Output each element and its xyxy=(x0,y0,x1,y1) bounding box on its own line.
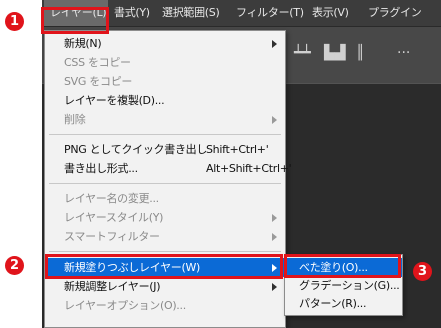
menu-item-copy-svg: SVG をコピー xyxy=(64,75,133,88)
menu-item-quick-export-png[interactable]: PNG としてクイック書き出し Shift+Ctrl+' xyxy=(45,140,285,159)
menu-separator xyxy=(49,134,281,135)
menu-item-export-as[interactable]: 書き出し形式... Alt+Shift+Ctrl+' xyxy=(45,159,292,178)
submenu-arrow-icon xyxy=(272,214,277,222)
submenu-arrow-icon xyxy=(272,233,277,241)
menu-item-layer-style: レイヤースタイル(Y) xyxy=(45,208,285,227)
menu-view[interactable]: 表示(V) xyxy=(312,0,349,26)
menu-select[interactable]: 選択範囲(S) xyxy=(162,0,220,26)
menu-separator xyxy=(49,251,281,252)
align-vertical-icon[interactable]: ║ xyxy=(356,45,364,61)
shortcut-label: Alt+Shift+Ctrl+' xyxy=(206,162,292,175)
menu-item-rename-layer: レイヤー名の変更... xyxy=(64,192,159,205)
submenu-item-gradient[interactable]: グラデーション(G)... xyxy=(285,276,402,295)
layer-menu-dropdown: 新規(N) CSS をコピー SVG をコピー レイヤーを複製(D)... 削除… xyxy=(44,30,292,328)
more-icon[interactable]: ··· xyxy=(397,45,410,61)
menu-item-copy-css: CSS をコピー xyxy=(64,56,131,69)
menu-item-new-adjustment-layer[interactable]: 新規調整レイヤー(J) xyxy=(45,277,285,296)
callout-box-solid-color xyxy=(284,254,401,278)
align-distribute-icon[interactable]: ┷┷ xyxy=(294,45,311,61)
callout-badge-1: 1 xyxy=(5,12,24,31)
submenu-arrow-icon xyxy=(272,116,277,124)
menu-plugins[interactable]: プラグイン xyxy=(368,0,422,26)
submenu-arrow-icon xyxy=(272,283,277,291)
menu-item-new[interactable]: 新規(N) xyxy=(45,34,285,53)
align-bottom-icon[interactable]: ▙▟ xyxy=(324,45,346,61)
submenu-arrow-icon xyxy=(272,40,277,48)
callout-box-layer-menu xyxy=(41,7,109,34)
menu-item-duplicate-layer[interactable]: レイヤーを複製(D)... xyxy=(45,91,285,110)
callout-box-fill-layer xyxy=(45,254,283,279)
menu-item-layer-options: レイヤーオプション(O)... xyxy=(64,299,186,312)
menu-separator xyxy=(49,183,281,184)
menu-type[interactable]: 書式(Y) xyxy=(114,0,150,26)
callout-badge-2: 2 xyxy=(5,256,24,275)
menu-filter[interactable]: フィルター(T) xyxy=(236,0,304,26)
callout-badge-3: 3 xyxy=(413,262,432,281)
submenu-item-pattern[interactable]: パターン(R)... xyxy=(285,294,402,313)
shortcut-label: Shift+Ctrl+' xyxy=(206,143,269,156)
menu-item-smart-filter: スマートフィルター xyxy=(45,227,285,246)
menu-item-delete: 削除 xyxy=(45,110,285,129)
